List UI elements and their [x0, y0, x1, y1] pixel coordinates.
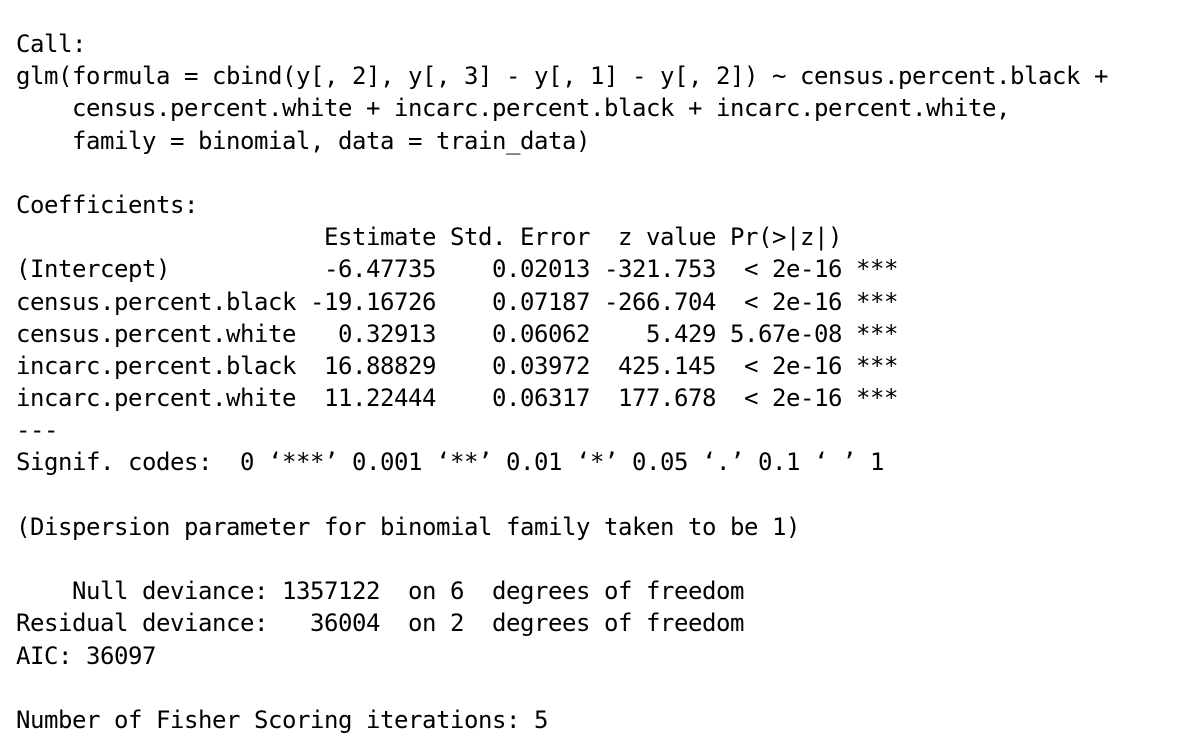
dispersion-note: (Dispersion parameter for binomial famil…	[16, 512, 800, 541]
coefficients-header-row: Estimate Std. Error z value Pr(>|z|)	[16, 223, 898, 252]
residual-deviance-line: Residual deviance: 36004 on 2 degrees of…	[16, 609, 744, 638]
coefficient-row-census-percent-white: census.percent.white 0.32913 0.06062 5.4…	[16, 319, 898, 348]
fisher-iterations-line: Number of Fisher Scoring iterations: 5	[16, 705, 548, 734]
call-formula-line-3: family = binomial, data = train_data)	[16, 126, 590, 155]
coefficients-heading: Coefficients:	[16, 190, 198, 219]
signif-codes-line: Signif. codes: 0 ‘***’ 0.001 ‘**’ 0.01 ‘…	[16, 448, 884, 477]
aic-line: AIC: 36097	[16, 641, 156, 670]
r-glm-summary-output: Call: glm(formula = cbind(y[, 2], y[, 3]…	[16, 28, 1108, 736]
call-formula-line-2: census.percent.white + incarc.percent.bl…	[16, 94, 1010, 123]
call-heading: Call:	[16, 30, 86, 58]
call-formula-line-1: glm(formula = cbind(y[, 2], y[, 3] - y[,…	[16, 62, 1108, 91]
separator-line: ---	[16, 416, 58, 445]
coefficient-row-intercept: (Intercept) -6.47735 0.02013 -321.753 < …	[16, 255, 898, 284]
coefficient-row-census-percent-black: census.percent.black -19.16726 0.07187 -…	[16, 287, 898, 316]
null-deviance-line: Null deviance: 1357122 on 6 degrees of f…	[16, 577, 744, 606]
coefficient-row-incarc-percent-black: incarc.percent.black 16.88829 0.03972 42…	[16, 351, 898, 380]
coefficient-row-incarc-percent-white: incarc.percent.white 11.22444 0.06317 17…	[16, 384, 898, 413]
